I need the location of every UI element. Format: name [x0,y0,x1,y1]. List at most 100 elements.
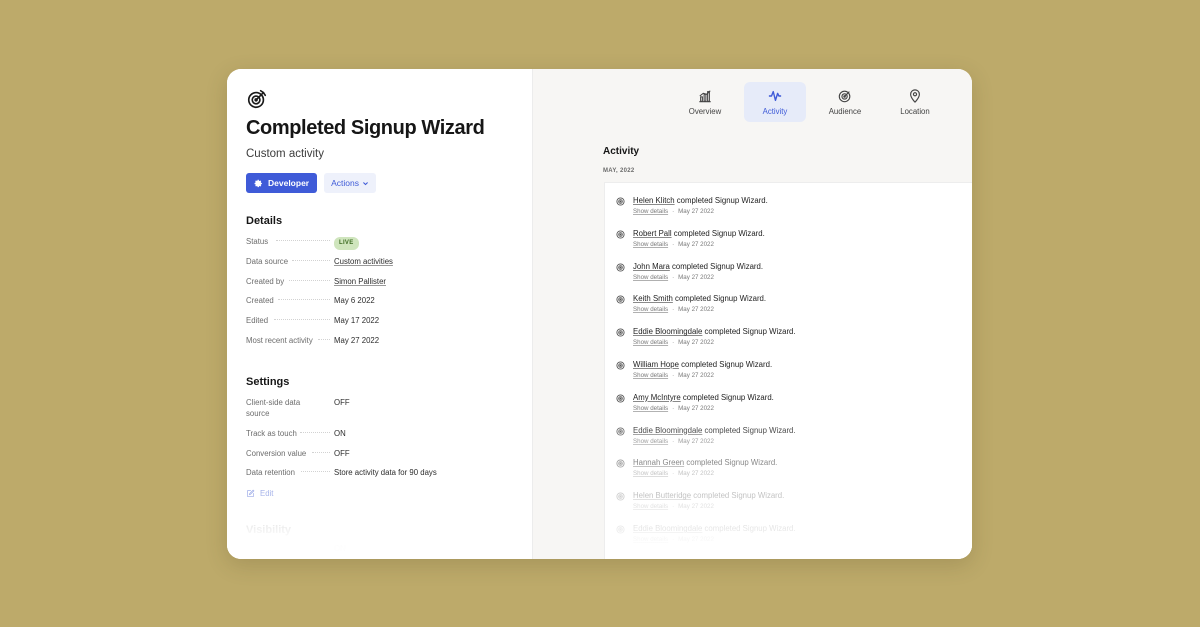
tab-bar: Overview Activity Audience Location [674,82,946,122]
list-item: Helen Butteridge completed Signup Wizard… [616,491,972,524]
details-panel: Completed Signup Wizard Custom activity … [227,69,533,559]
activity-date: May 27 2022 [678,503,714,511]
action-buttons: Developer Actions [246,173,532,193]
activity-text: completed Signup Wizard. [704,327,796,337]
person-link[interactable]: Amy McIntyre [633,393,681,402]
activity-target-icon [616,459,625,468]
activity-text: completed Signup Wizard. [704,425,796,435]
activity-heading: Activity [603,146,640,157]
person-link[interactable]: Eddie Bloomingdale [633,327,702,336]
separator-dot: · [672,240,675,248]
detail-key: Edited [246,316,269,326]
separator-dot: · [672,371,675,379]
show-details-link[interactable]: Show details [633,208,668,215]
show-details-link[interactable]: Show details [633,372,668,379]
detail-key: Created by [246,276,285,286]
activity-date: May 27 2022 [678,208,714,215]
person-link[interactable]: Eddie Bloomingdale [633,426,702,435]
activity-text: completed Signup Wizard. [704,523,796,533]
visibility-row: ON [246,544,532,553]
tab-label: Overview [688,106,722,116]
show-details-link[interactable]: Show details [633,306,668,313]
location-pin-icon [910,88,920,103]
person-link[interactable]: Helen Klitch [633,196,675,205]
chevron-down-icon [363,181,368,185]
target-icon [838,90,851,102]
details-row-created: Created May 6 2022 [246,294,532,314]
activity-date: May 27 2022 [678,339,714,347]
details-row-data-source: Data source Custom activities [246,255,532,275]
activity-text: completed Signup Wizard. [676,196,768,205]
activity-target-icon [616,361,625,370]
show-details-link[interactable]: Show details [633,274,668,281]
list-item: Hannah Green completed Signup Wizard. Sho… [616,458,972,491]
edit-label: Edit [260,489,274,499]
gear-icon [254,179,262,187]
show-details-link[interactable]: Show details [633,438,668,445]
activity-feed: Helen Klitch completed Signup Wizard. Sho… [604,182,972,559]
list-item: Eddie Bloomingdale completed Signup Wiza… [616,327,972,360]
show-details-link[interactable]: Show details [633,241,668,248]
setting-key: Data retention [246,468,295,478]
tab-label: Location [900,106,930,116]
pulse-icon [768,90,782,101]
show-details-link[interactable]: Show details [633,339,668,346]
show-details-link[interactable]: Show details [633,536,668,543]
edit-settings-link[interactable]: Edit [246,489,532,498]
person-link[interactable]: John Mara [633,262,670,271]
created-by-link[interactable]: Simon Pallister [334,275,386,287]
activity-date: May 27 2022 [678,273,714,281]
activity-target-icon [616,394,625,403]
person-link[interactable]: William Hope [633,360,679,369]
setting-key: Track as touch [246,428,297,438]
activity-text: completed Signup Wizard. [693,491,785,501]
detail-value: May 6 2022 [334,296,375,306]
list-item: William Hope completed Signup Wizard. Sho… [616,360,972,393]
activity-date: May 27 2022 [678,371,714,379]
person-link[interactable]: Keith Smith [633,294,673,303]
tab-activity[interactable]: Activity [744,82,806,122]
activity-date: May 27 2022 [678,306,714,314]
settings-row-client-side: Client-side data source OFF [246,396,532,427]
list-item: Amy McIntyre completed Signup Wizard. Sho… [616,393,972,426]
list-item: Keith Smith completed Signup Wizard. Show… [616,294,972,327]
activity-detail-card: Completed Signup Wizard Custom activity … [227,69,972,559]
details-row-most-recent-activity: Most recent activity May 27 2022 [246,334,532,354]
separator-dot: · [672,503,675,511]
tab-location[interactable]: Location [884,82,946,122]
activity-text: completed Signup Wizard. [675,294,767,304]
activity-target-icon [616,492,625,501]
tab-overview[interactable]: Overview [674,82,736,122]
person-link[interactable]: Helen Butteridge [633,491,691,500]
data-source-link[interactable]: Custom activities [334,255,393,267]
activity-target-icon [616,197,625,206]
activity-target-icon [616,427,625,436]
list-item: Helen Klitch completed Signup Wizard. Sho… [616,196,972,229]
setting-key: Client-side data source [246,397,301,418]
visibility-heading: Visibility [246,524,292,537]
separator-dot: · [672,470,675,478]
show-details-link[interactable]: Show details [633,405,668,412]
show-details-link[interactable]: Show details [633,503,668,510]
activity-text: completed Signup Wizard. [681,359,773,369]
activity-date: May 27 2022 [678,535,714,543]
show-details-link[interactable]: Show details [633,470,668,477]
activity-text: completed Signup Wizard. [673,228,765,238]
edit-icon [247,489,255,498]
activity-text: completed Signup Wizard. [686,458,778,468]
tab-audience[interactable]: Audience [814,82,876,122]
month-label: MAY, 2022 [603,168,635,174]
developer-button[interactable]: Developer [246,173,318,193]
list-item: Eddie Bloomingdale completed Signup Wiza… [616,524,972,557]
settings-heading: Settings [246,375,290,388]
actions-dropdown-button[interactable]: Actions [324,173,376,193]
settings-row-track-as-touch: Track as touch ON [246,427,532,447]
list-item: Robert Pall completed Signup Wizard. Show… [616,229,972,262]
setting-value: OFF [334,397,350,407]
person-link[interactable]: Eddie Bloomingdale [633,524,702,533]
separator-dot: · [672,208,675,215]
activity-date: May 27 2022 [678,404,714,412]
person-link[interactable]: Hannah Green [633,458,684,467]
person-link[interactable]: Robert Pall [633,229,672,238]
separator-dot: · [672,339,675,347]
